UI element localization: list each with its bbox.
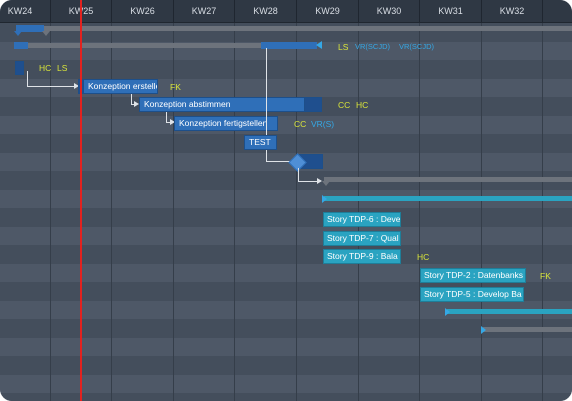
gantt-row[interactable] bbox=[0, 134, 572, 153]
summary-end-marker bbox=[42, 31, 50, 36]
task-test[interactable]: TEST bbox=[244, 135, 277, 150]
phase-summary-bar[interactable] bbox=[27, 43, 261, 48]
task-konzeption-fertigstellen[interactable]: Konzeption fertigstellen bbox=[174, 116, 278, 131]
resource-tag: HC bbox=[39, 63, 52, 73]
summary-start-marker bbox=[481, 326, 486, 334]
resource-tag: CC bbox=[338, 100, 351, 110]
phase-summary-bar[interactable] bbox=[483, 327, 572, 332]
gantt-row[interactable] bbox=[0, 374, 572, 393]
summary-start-marker bbox=[322, 195, 327, 203]
dependency-line bbox=[266, 161, 290, 162]
today-line bbox=[80, 0, 82, 401]
week-label[interactable]: KW27 bbox=[173, 0, 234, 22]
week-label[interactable]: KW29 bbox=[296, 0, 358, 22]
story-tdp-5[interactable]: Story TDP-5 : Develop Ba bbox=[420, 287, 524, 302]
resource-tag: HC bbox=[417, 252, 430, 262]
week-label[interactable]: KW30 bbox=[358, 0, 419, 22]
gantt-row[interactable] bbox=[0, 208, 572, 227]
week-divider bbox=[234, 23, 235, 401]
resource-tag: LS bbox=[338, 42, 349, 52]
week-label[interactable]: KW31 bbox=[419, 0, 481, 22]
gantt-row[interactable] bbox=[0, 356, 572, 375]
gantt-row[interactable] bbox=[0, 393, 572, 401]
week-label[interactable]: KW26 bbox=[111, 0, 173, 22]
story-tdp-9[interactable]: Story TDP-9 : Bala bbox=[323, 249, 401, 264]
summary-start-marker bbox=[322, 181, 330, 186]
week-divider bbox=[542, 23, 543, 401]
story-tdp-2[interactable]: Story TDP-2 : Datenbanks bbox=[420, 268, 526, 283]
resource-tag: VR(SCJD) bbox=[355, 42, 390, 51]
dependency-line bbox=[266, 48, 267, 136]
week-label[interactable]: KW28 bbox=[234, 0, 296, 22]
week-label[interactable]: KW24 bbox=[0, 0, 50, 22]
week-divider bbox=[419, 23, 420, 401]
task-konzeption-erstellen[interactable]: Konzeption erstelle bbox=[83, 79, 158, 94]
dependency-line bbox=[298, 168, 299, 182]
week-divider bbox=[173, 23, 174, 401]
dependency-line bbox=[27, 86, 75, 87]
week-divider bbox=[481, 23, 482, 401]
sprint-summary-bar[interactable] bbox=[447, 309, 572, 314]
resource-tag: VR(S) bbox=[311, 119, 335, 129]
summary-start-marker bbox=[14, 31, 22, 36]
resource-tag: CC bbox=[294, 119, 307, 129]
gantt-row[interactable] bbox=[0, 226, 572, 245]
task-konzeption-abstimmen[interactable]: Konzeption abstimmen bbox=[139, 97, 305, 112]
story-tdp-7[interactable]: Story TDP-7 : Qual bbox=[323, 231, 401, 246]
week-label[interactable] bbox=[542, 0, 572, 22]
timeline-header: KW24 KW25 KW26 KW27 KW28 KW29 KW30 KW31 … bbox=[0, 0, 572, 23]
week-divider bbox=[296, 23, 297, 401]
project-summary-bar[interactable] bbox=[44, 26, 572, 31]
gantt-row[interactable] bbox=[0, 115, 572, 134]
gantt-row[interactable] bbox=[0, 337, 572, 356]
start-task-bar[interactable] bbox=[15, 61, 24, 75]
phase-summary-end[interactable] bbox=[261, 42, 317, 49]
week-divider bbox=[50, 23, 51, 401]
story-tdp-6[interactable]: Story TDP-6 : Deve bbox=[323, 212, 401, 227]
task-remaining[interactable] bbox=[304, 97, 322, 112]
week-label[interactable]: KW32 bbox=[481, 0, 542, 22]
summary-start-marker bbox=[445, 308, 450, 316]
phase-summary-bar[interactable] bbox=[324, 177, 572, 182]
resource-tag: FK bbox=[170, 82, 181, 92]
phase-end-marker bbox=[316, 41, 322, 49]
dependency-line bbox=[27, 71, 28, 87]
sprint-summary-bar[interactable] bbox=[324, 196, 572, 201]
gantt-row[interactable] bbox=[0, 60, 572, 79]
resource-tag: VR(SCJD) bbox=[399, 42, 434, 51]
resource-tag: HC bbox=[356, 100, 369, 110]
resource-tag: FK bbox=[540, 271, 551, 281]
dependency-line bbox=[298, 181, 318, 182]
gantt-chart: KW24 KW25 KW26 KW27 KW28 KW29 KW30 KW31 … bbox=[0, 0, 572, 401]
resource-tag: LS bbox=[57, 63, 68, 73]
gantt-row[interactable] bbox=[0, 245, 572, 264]
phase-summary-start[interactable] bbox=[14, 42, 28, 49]
